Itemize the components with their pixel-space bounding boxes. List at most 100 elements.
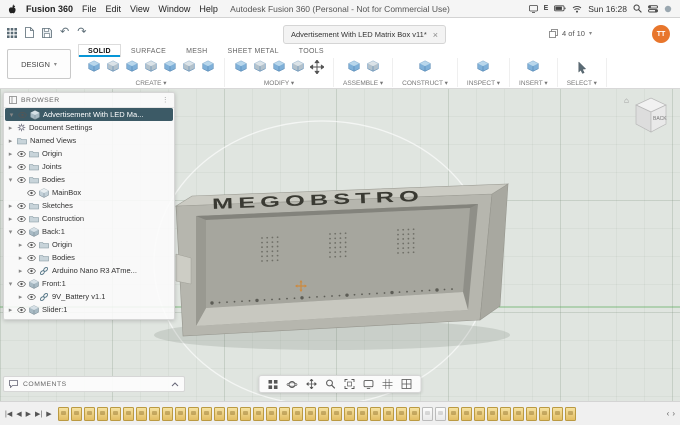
redo-icon[interactable]: ↷	[77, 27, 86, 38]
expand-icon[interactable]: ▸	[17, 241, 24, 249]
timeline-feature-icon[interactable]	[344, 407, 355, 421]
timeline-feature-icon[interactable]	[526, 407, 537, 421]
expand-icon[interactable]: ▸	[7, 215, 14, 223]
tree-item-back-1[interactable]: ▾Back:1	[4, 225, 174, 238]
timeline-feature-icon[interactable]	[201, 407, 212, 421]
timeline-feature-icon[interactable]	[162, 407, 173, 421]
visibility-eye-icon[interactable]	[17, 164, 26, 170]
orbit-icon[interactable]	[286, 379, 299, 390]
timeline-feature-icon[interactable]	[565, 407, 576, 421]
tree-item-joints[interactable]: ▸Joints	[4, 160, 174, 173]
timeline-feature-icon[interactable]	[487, 407, 498, 421]
expand-icon[interactable]: ▸	[7, 202, 14, 210]
timeline-scroll-left-icon[interactable]: ‹	[667, 409, 670, 418]
save-icon[interactable]	[42, 28, 52, 38]
timeline-feature-icon[interactable]	[396, 407, 407, 421]
visibility-eye-icon[interactable]	[27, 268, 36, 274]
visibility-eye-icon[interactable]	[27, 255, 36, 261]
coil-icon[interactable]	[182, 60, 196, 74]
fillet-icon[interactable]	[253, 60, 267, 74]
timeline-feature-icon[interactable]	[435, 407, 446, 421]
insert-group-label[interactable]: INSERT ▾	[519, 79, 548, 87]
job-status[interactable]: 4 of 10 ▾	[549, 29, 592, 38]
collapse-icon[interactable]: ▾	[7, 228, 14, 236]
loft-icon[interactable]	[163, 60, 177, 74]
visibility-eye-icon[interactable]	[27, 190, 36, 196]
menu-file[interactable]: File	[82, 4, 97, 14]
timeline-feature-icon[interactable]	[227, 407, 238, 421]
tree-item-slider-1[interactable]: ▸Slider:1	[4, 303, 174, 316]
extrude-icon[interactable]	[106, 60, 120, 74]
menu-help[interactable]: Help	[199, 4, 218, 14]
apps-grid-icon[interactable]	[7, 28, 17, 38]
timeline-feature-icon[interactable]	[214, 407, 225, 421]
visibility-eye-icon[interactable]	[17, 229, 26, 235]
wifi-icon[interactable]	[572, 5, 582, 13]
timeline-feature-icon[interactable]	[318, 407, 329, 421]
grid-display-icon[interactable]	[382, 379, 394, 389]
timeline-feature-icon[interactable]	[409, 407, 420, 421]
display-settings-icon[interactable]	[363, 380, 375, 389]
inspect-group-label[interactable]: INSPECT ▾	[467, 79, 500, 87]
expand-icon[interactable]: ▸	[7, 163, 14, 171]
file-new-icon[interactable]	[25, 27, 34, 38]
timeline-feature-icon[interactable]	[331, 407, 342, 421]
play-icon[interactable]: ▶	[46, 410, 51, 418]
collapse-icon[interactable]: ▾	[8, 111, 15, 119]
tree-item-arduino-nano-r3-atme[interactable]: ▸Arduino Nano R3 ATme...	[4, 264, 174, 277]
viewports-icon[interactable]	[401, 379, 413, 389]
assemble-component-icon[interactable]	[347, 60, 361, 74]
timeline-feature-icon[interactable]	[279, 407, 290, 421]
timeline-feature-icon[interactable]	[461, 407, 472, 421]
control-center-icon[interactable]	[648, 4, 658, 13]
create-group-label[interactable]: CREATE ▾	[136, 79, 167, 87]
tree-item-mainbox[interactable]: MainBox	[4, 186, 174, 199]
expand-icon[interactable]: ▸	[7, 150, 14, 158]
construct-group-label[interactable]: CONSTRUCT ▾	[402, 79, 448, 87]
expand-icon[interactable]: ▸	[7, 124, 14, 132]
model-back-wall[interactable]	[206, 208, 470, 308]
timeline-feature-icon[interactable]	[149, 407, 160, 421]
ribbon-tab-tools[interactable]: TOOLS	[289, 44, 334, 57]
user-avatar[interactable]: TT	[652, 25, 670, 43]
timeline-scroll-right-icon[interactable]: ›	[672, 409, 675, 418]
select-icon[interactable]	[576, 61, 588, 74]
combine-icon[interactable]	[291, 60, 305, 74]
go-to-beginning-icon[interactable]: |◀	[5, 410, 12, 418]
timeline-feature-icon[interactable]	[513, 407, 524, 421]
marking-menu-icon[interactable]	[268, 380, 279, 389]
expand-comments-icon[interactable]	[171, 382, 179, 387]
visibility-eye-icon[interactable]	[17, 151, 26, 157]
visibility-eye-icon[interactable]	[27, 242, 36, 248]
comments-bar[interactable]: COMMENTS	[3, 376, 185, 392]
timeline-feature-icon[interactable]	[253, 407, 264, 421]
expand-icon[interactable]: ▸	[17, 267, 24, 275]
timeline-feature-icon[interactable]	[370, 407, 381, 421]
ribbon-tab-solid[interactable]: SOLID	[78, 44, 121, 57]
timeline-feature-icon[interactable]	[292, 407, 303, 421]
menu-extra-icon[interactable]	[664, 4, 672, 13]
ribbon-tab-mesh[interactable]: MESH	[176, 44, 217, 57]
main-box-body[interactable]: MEGOBSTRO	[176, 184, 508, 336]
measure-icon[interactable]	[476, 60, 490, 74]
tree-item-construction[interactable]: ▸Construction	[4, 212, 174, 225]
new-component-icon[interactable]	[87, 60, 101, 74]
tree-item-bodies[interactable]: ▾Bodies	[4, 173, 174, 186]
pan-icon[interactable]	[306, 379, 318, 389]
pipe-icon[interactable]	[201, 60, 215, 74]
workspace-switcher[interactable]: DESIGN ▾	[7, 49, 71, 79]
timeline-feature-icon[interactable]	[188, 407, 199, 421]
joint-icon[interactable]	[366, 60, 380, 74]
step-back-icon[interactable]: ◀	[16, 410, 21, 418]
tree-item-document-settings[interactable]: ▸Document Settings	[4, 121, 174, 134]
visibility-eye-icon[interactable]	[18, 112, 27, 118]
tree-item-named-views[interactable]: ▸Named Views	[4, 134, 174, 147]
menubar-clock[interactable]: Sun 16:28	[588, 4, 627, 14]
tree-item-bodies[interactable]: ▸Bodies	[4, 251, 174, 264]
expand-icon[interactable]: ▸	[7, 306, 14, 314]
revolve-icon[interactable]	[125, 60, 139, 74]
tree-item-origin[interactable]: ▸Origin	[4, 238, 174, 251]
zoom-icon[interactable]	[325, 379, 337, 389]
battery-icon[interactable]	[554, 5, 566, 13]
timeline-feature-icon[interactable]	[448, 407, 459, 421]
